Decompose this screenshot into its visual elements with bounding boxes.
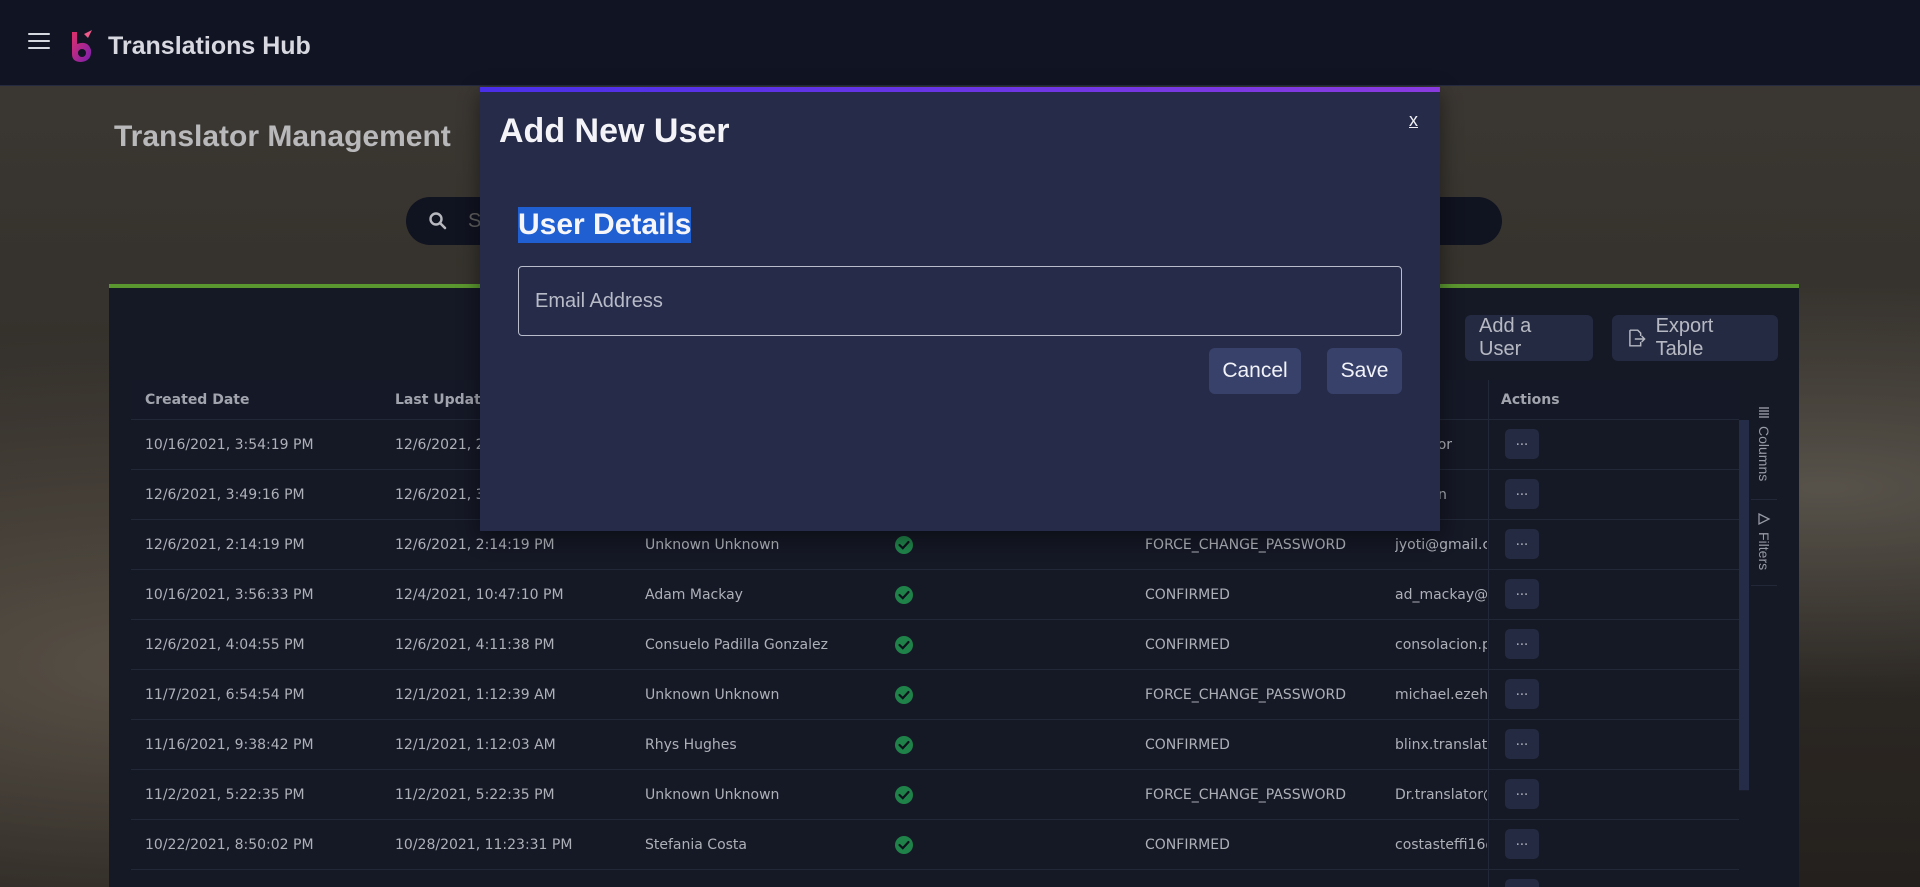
app-logo [72, 30, 92, 62]
top-bar: Translations Hub [0, 0, 1920, 86]
menu-icon[interactable] [28, 33, 50, 51]
save-button[interactable]: Save [1327, 348, 1402, 394]
section-title: User Details [518, 207, 692, 243]
add-user-dialog: Add New User x User Details Cancel Save [480, 87, 1440, 531]
email-field[interactable] [518, 266, 1402, 336]
app-title: Translations Hub [108, 32, 311, 60]
close-button[interactable]: x [1409, 110, 1418, 131]
cancel-button[interactable]: Cancel [1209, 348, 1301, 394]
email-input[interactable] [535, 285, 1385, 317]
dialog-title: Add New User [499, 112, 730, 150]
